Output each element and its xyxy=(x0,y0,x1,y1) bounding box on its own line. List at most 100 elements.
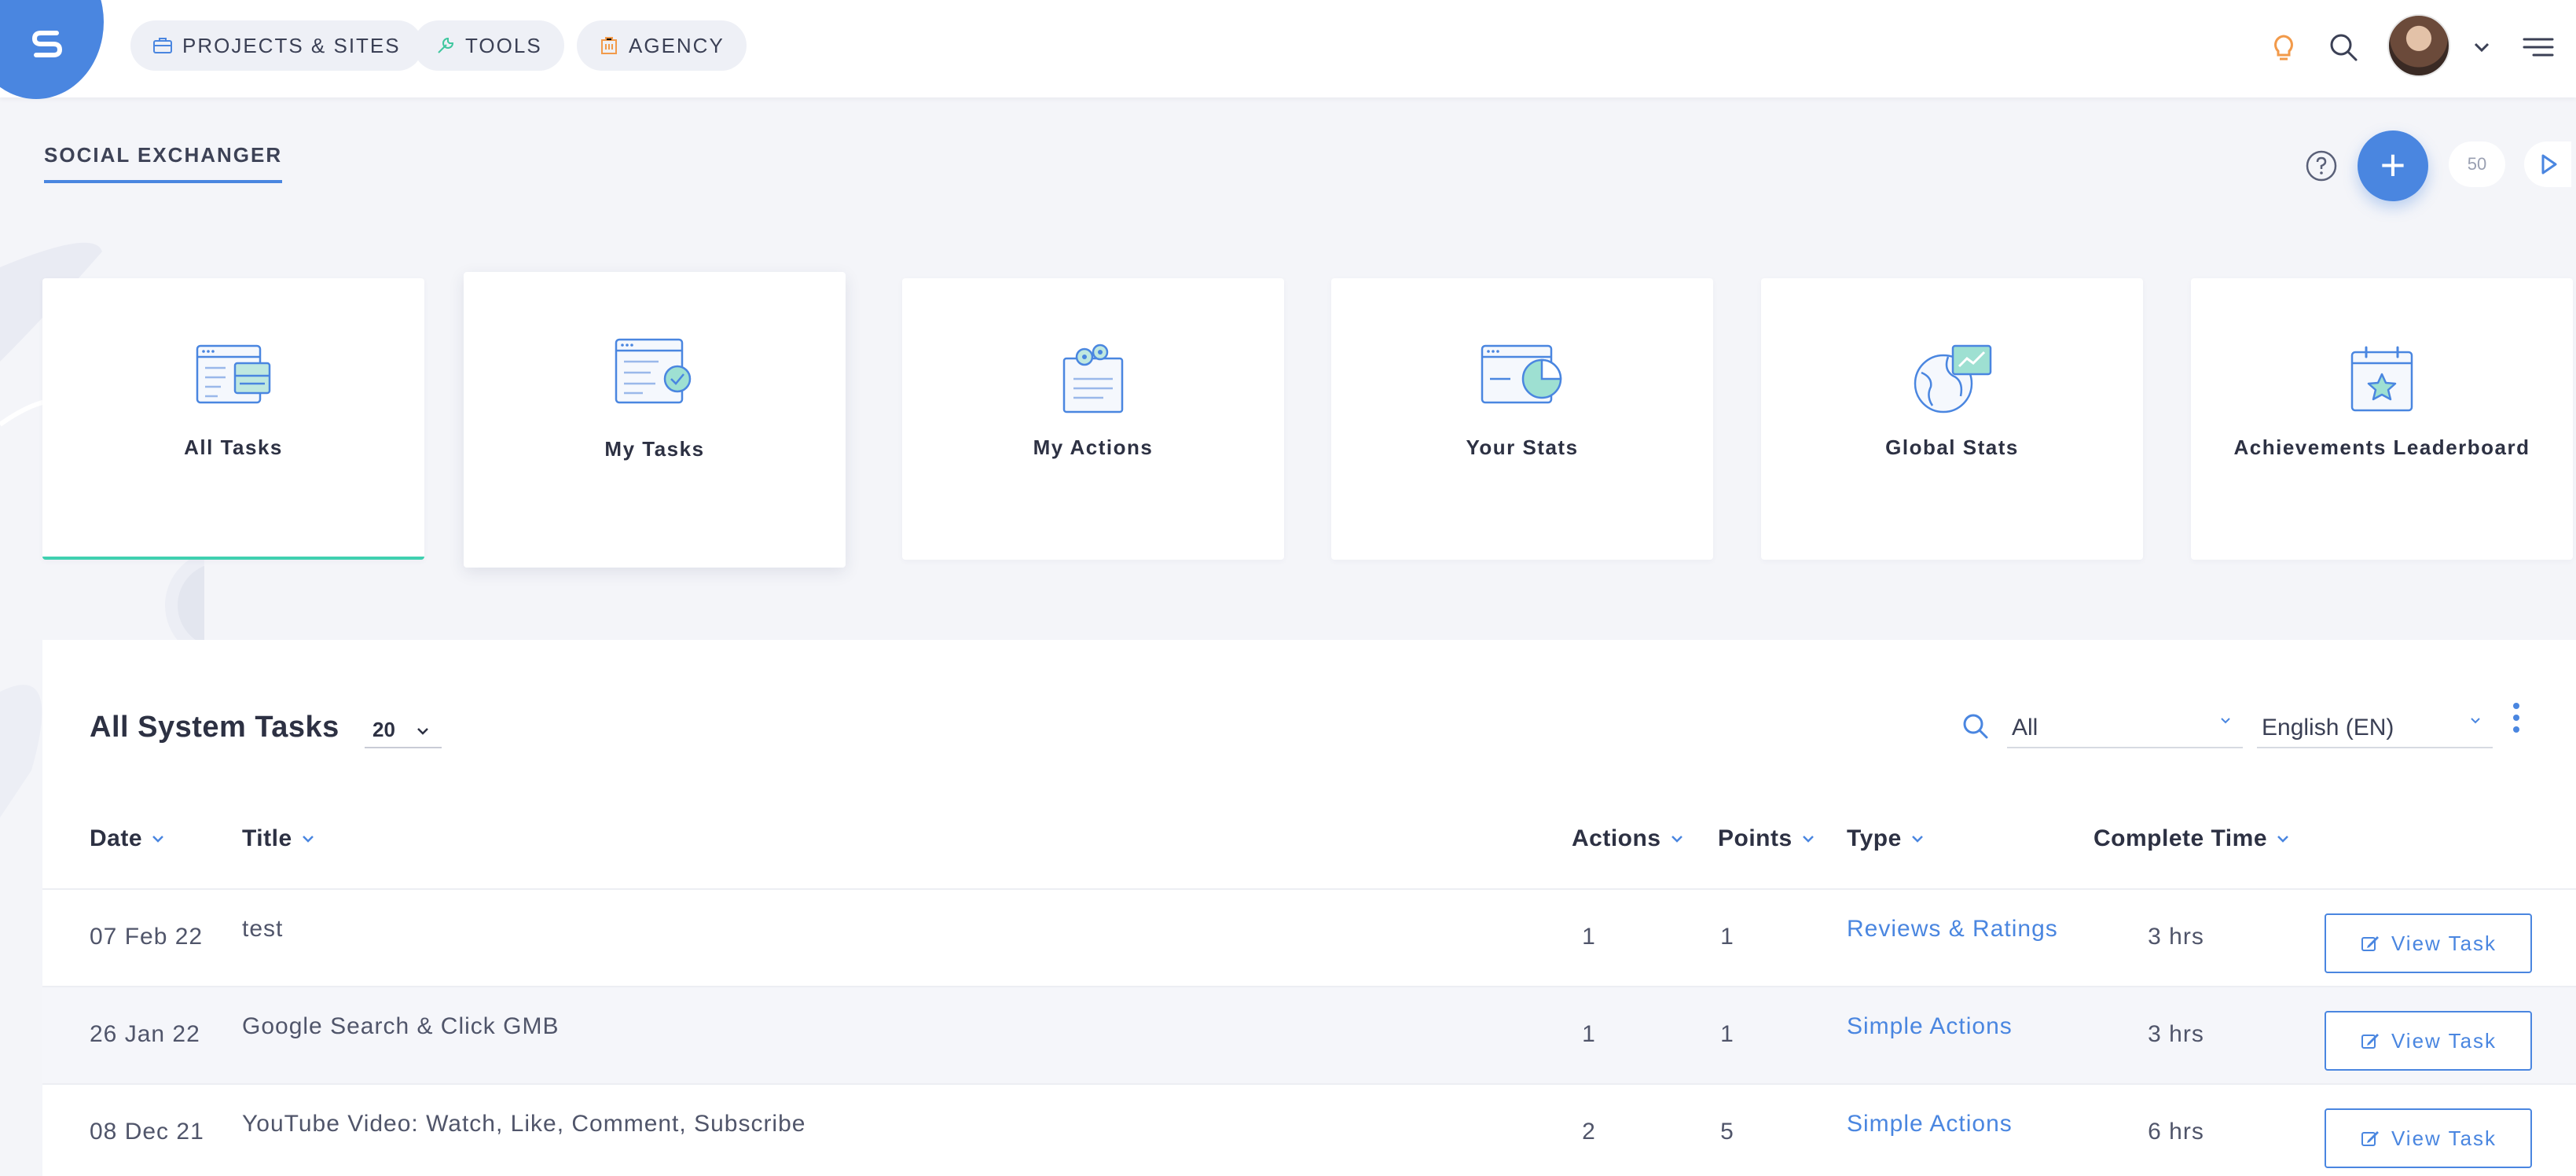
all-tasks-icon xyxy=(196,344,271,404)
nav-projects-sites[interactable]: PROJECTS & SITES xyxy=(130,20,423,71)
row-complete-time: 3 hrs xyxy=(2148,924,2204,950)
play-tour-button[interactable] xyxy=(2524,141,2571,187)
row-title: test xyxy=(242,916,284,942)
global-stats-icon xyxy=(1914,344,1992,413)
row-actions: 1 xyxy=(1582,924,1596,950)
card-global-stats[interactable]: Global Stats xyxy=(1761,278,2143,560)
card-label: Global Stats xyxy=(1885,435,2019,459)
column-label: Type xyxy=(1847,825,1902,851)
card-my-actions[interactable]: My Actions xyxy=(902,278,1284,560)
column-header-actions[interactable]: Actions xyxy=(1572,825,1685,852)
row-date: 07 Feb 22 xyxy=(90,924,204,950)
points-counter: 50 xyxy=(2449,141,2505,187)
my-tasks-icon xyxy=(615,338,692,404)
tasks-panel: All System Tasks 20 All English (EN) Dat… xyxy=(42,640,2576,1176)
card-label: Your Stats xyxy=(1466,435,1579,459)
search-icon[interactable] xyxy=(1960,711,1991,742)
per-page-value: 20 xyxy=(372,718,395,741)
page-title: SOCIAL EXCHANGER xyxy=(44,143,283,183)
column-label: Points xyxy=(1718,825,1793,851)
row-date: 08 Dec 21 xyxy=(90,1119,204,1145)
column-header-type[interactable]: Type xyxy=(1847,825,1925,852)
row-points: 5 xyxy=(1720,1119,1734,1145)
card-achievements-leaderboard[interactable]: Achievements Leaderboard xyxy=(2191,278,2573,560)
row-title: YouTube Video: Watch, Like, Comment, Sub… xyxy=(242,1111,806,1137)
lightbulb-icon[interactable] xyxy=(2266,30,2301,64)
column-header-points[interactable]: Points xyxy=(1718,825,1816,852)
search-icon[interactable] xyxy=(2326,30,2361,64)
edit-icon xyxy=(2361,1131,2379,1146)
nav-label: PROJECTS & SITES xyxy=(182,33,401,57)
row-title: Google Search & Click GMB xyxy=(242,1013,560,1039)
sort-chevron-icon xyxy=(302,836,314,843)
card-label: My Tasks xyxy=(604,437,705,461)
column-header-date[interactable]: Date xyxy=(90,825,166,852)
language-filter-value: English (EN) xyxy=(2262,715,2394,741)
nav-agency[interactable]: AGENCY xyxy=(577,20,747,71)
card-my-tasks[interactable]: My Tasks xyxy=(464,272,846,568)
chevron-down-icon[interactable] xyxy=(2464,30,2499,64)
column-label: Title xyxy=(242,825,292,851)
table-row: 07 Feb 22 test 1 1 Reviews & Ratings 3 h… xyxy=(42,888,2576,986)
view-task-button[interactable]: View Task xyxy=(2325,1011,2532,1071)
more-options-icon[interactable] xyxy=(2510,703,2523,739)
column-header-complete-time[interactable]: Complete Time xyxy=(2093,825,2291,852)
sort-chevron-icon xyxy=(152,836,163,843)
sort-chevron-icon xyxy=(2277,836,2288,843)
per-page-select[interactable]: 20 xyxy=(365,715,442,748)
view-task-label: View Task xyxy=(2391,1126,2497,1150)
wrench-icon xyxy=(438,37,454,53)
view-task-button[interactable]: View Task xyxy=(2325,913,2532,973)
row-points: 1 xyxy=(1720,924,1734,950)
help-icon[interactable] xyxy=(2305,149,2338,182)
chevron-down-icon xyxy=(2471,718,2480,724)
column-header-title[interactable]: Title xyxy=(242,825,316,852)
card-label: Achievements Leaderboard xyxy=(2233,435,2530,459)
card-your-stats[interactable]: Your Stats xyxy=(1331,278,1713,560)
leaderboard-icon xyxy=(2350,346,2413,412)
play-icon xyxy=(2541,154,2557,175)
row-type-link[interactable]: Simple Actions xyxy=(1847,1085,2013,1176)
view-task-label: View Task xyxy=(2391,931,2497,955)
logo-icon xyxy=(31,31,63,57)
row-complete-time: 6 hrs xyxy=(2148,1119,2204,1145)
tasks-title: All System Tasks xyxy=(90,711,339,744)
avatar[interactable] xyxy=(2387,14,2450,77)
column-label: Actions xyxy=(1572,825,1661,851)
language-filter-select[interactable]: English (EN) xyxy=(2257,706,2493,748)
view-task-button[interactable]: View Task xyxy=(2325,1108,2532,1168)
card-label: My Actions xyxy=(1033,435,1154,459)
chevron-down-icon xyxy=(2221,718,2230,724)
row-date: 26 Jan 22 xyxy=(90,1021,200,1047)
nav-label: TOOLS xyxy=(465,33,542,57)
edit-icon xyxy=(2361,936,2379,951)
row-type-link[interactable]: Reviews & Ratings xyxy=(1847,890,2058,987)
top-bar: PROJECTS & SITES TOOLS AGENCY xyxy=(0,0,2576,99)
sort-chevron-icon xyxy=(1911,836,1923,843)
row-complete-time: 3 hrs xyxy=(2148,1021,2204,1047)
app-logo[interactable] xyxy=(27,24,68,64)
sort-chevron-icon xyxy=(1802,836,1814,843)
type-filter-value: All xyxy=(2012,715,2038,741)
edit-icon xyxy=(2361,1034,2379,1049)
nav-tools[interactable]: TOOLS xyxy=(413,20,564,71)
row-actions: 1 xyxy=(1582,1021,1596,1047)
card-all-tasks[interactable]: All Tasks xyxy=(42,278,424,560)
briefcase-icon xyxy=(153,38,172,53)
menu-icon[interactable] xyxy=(2521,30,2556,64)
column-label: Date xyxy=(90,825,143,851)
column-label: Complete Time xyxy=(2093,825,2267,851)
chevron-down-icon xyxy=(417,728,428,735)
type-filter-select[interactable]: All xyxy=(2007,706,2243,748)
nav-label: AGENCY xyxy=(629,33,725,57)
row-type-link[interactable]: Simple Actions xyxy=(1847,987,2013,1085)
your-stats-icon xyxy=(1481,344,1562,404)
row-points: 1 xyxy=(1720,1021,1734,1047)
sort-chevron-icon xyxy=(1671,836,1682,843)
table-row: 26 Jan 22 Google Search & Click GMB 1 1 … xyxy=(42,986,2576,1083)
my-actions-icon xyxy=(1062,344,1124,413)
card-label: All Tasks xyxy=(184,435,283,459)
table-row: 08 Dec 21 YouTube Video: Watch, Like, Co… xyxy=(42,1083,2576,1176)
building-icon xyxy=(601,37,617,54)
add-task-button[interactable]: + xyxy=(2358,130,2428,201)
